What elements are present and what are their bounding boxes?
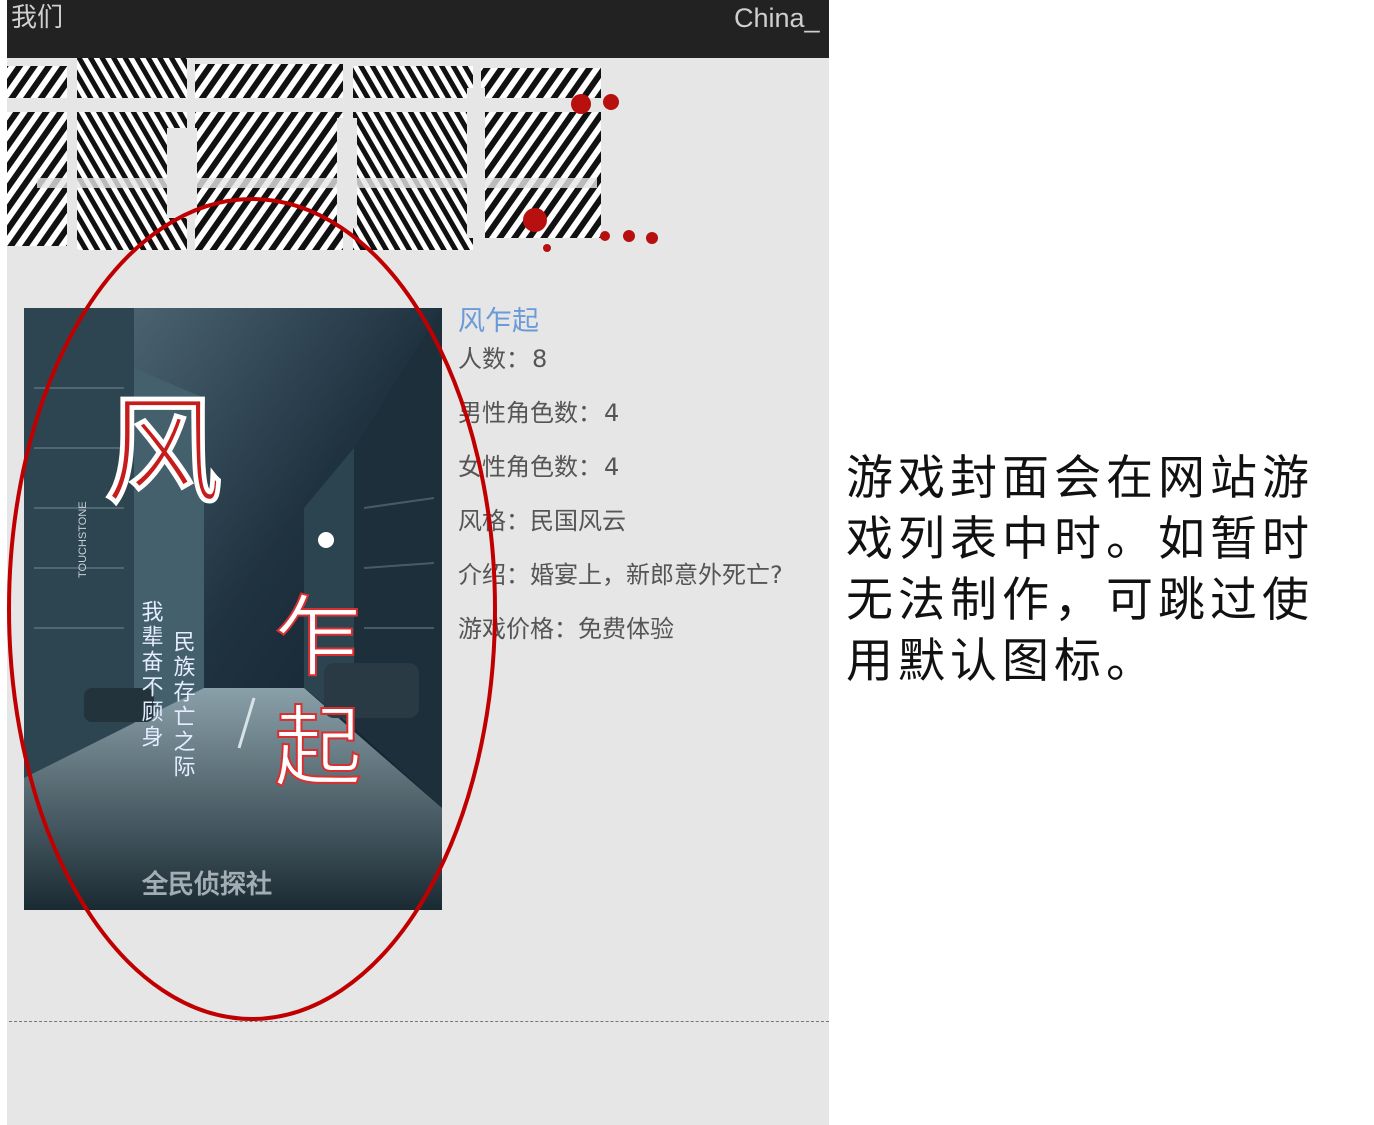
style-label: 风格：: [458, 507, 530, 535]
cover-dot: [318, 532, 334, 548]
cover-title-char-3: 起: [274, 696, 362, 799]
style-value: 民国风云: [530, 507, 626, 535]
price-label: 游戏价格：: [458, 615, 578, 643]
male-label: 男性角色数：: [458, 399, 602, 427]
price-value: 免费体验: [578, 615, 674, 643]
top-nav-bar: 我们 China_: [7, 0, 829, 58]
info-row-intro: 介绍：婚宴上，新郎意外死亡?: [458, 558, 828, 592]
app-screen: 我们 China_ TOUCHSTONE 风 乍 起 民族存亡之际 我辈奋不顾身…: [7, 0, 829, 1125]
cover-publisher: 全民侦探社: [141, 869, 272, 900]
cover-tagline-1: 民族存亡之际: [170, 630, 196, 780]
info-row-male: 男性角色数：4: [458, 396, 828, 430]
game-title-link[interactable]: 风乍起: [458, 305, 828, 339]
info-row-price: 游戏价格：免费体验: [458, 612, 828, 646]
cover-title-char-2: 乍: [274, 586, 362, 689]
nav-link-us[interactable]: 我们: [11, 0, 63, 36]
info-row-female: 女性角色数：4: [458, 450, 828, 484]
intro-value: 婚宴上，新郎意外死亡?: [530, 561, 783, 589]
female-label: 女性角色数：: [458, 453, 602, 481]
game-cover-image[interactable]: TOUCHSTONE 风 乍 起 民族存亡之际 我辈奋不顾身 全民侦探社: [24, 308, 442, 910]
nav-link-china[interactable]: China_: [734, 0, 820, 36]
players-label: 人数：: [458, 345, 530, 373]
cover-shop-sign: TOUCHSTONE: [77, 501, 89, 578]
intro-label: 介绍：: [458, 561, 530, 589]
cover-tagline-2: 我辈奋不顾身: [138, 600, 164, 750]
game-info-panel: 风乍起 人数：8 男性角色数：4 女性角色数：4 风格：民国风云 介绍：婚宴上，…: [458, 305, 828, 666]
dashed-divider: [9, 1021, 829, 1022]
male-value: 4: [604, 399, 620, 427]
female-value: 4: [604, 453, 620, 481]
cover-title-char-1: 风: [104, 382, 222, 521]
annotation-note: 游戏封面会在网站游戏列表中时。如暂时无法制作，可跳过使用默认图标。: [846, 451, 1314, 689]
info-row-style: 风格：民国风云: [458, 504, 828, 538]
info-row-players: 人数：8: [458, 342, 828, 376]
players-value: 8: [532, 345, 548, 373]
site-logo[interactable]: [7, 58, 687, 263]
